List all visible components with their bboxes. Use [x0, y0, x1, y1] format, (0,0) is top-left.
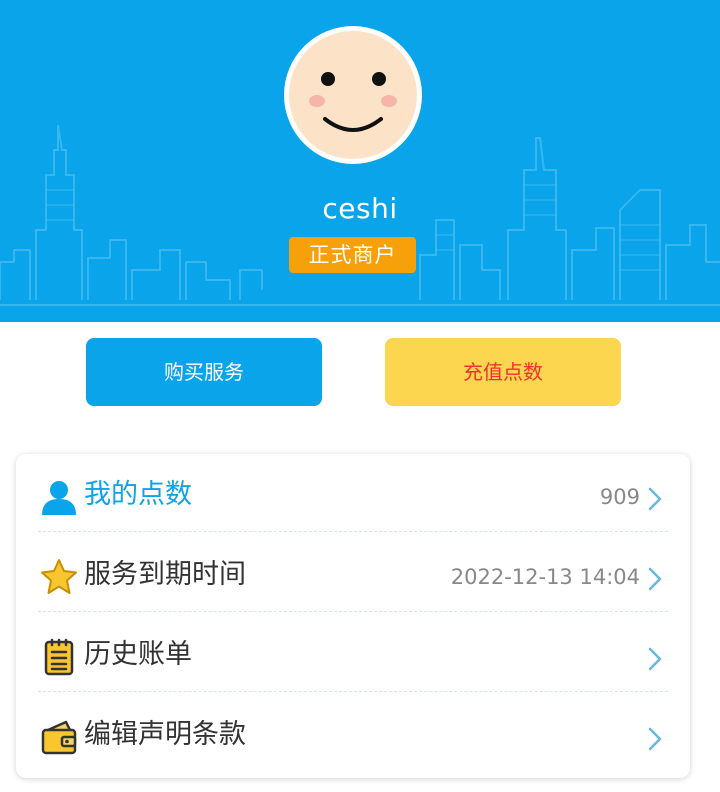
- divider: [38, 691, 668, 692]
- divider: [38, 531, 668, 532]
- menu-item-label: 我的点数: [84, 479, 192, 510]
- menu-item-edit-terms[interactable]: 编辑声明条款: [16, 694, 690, 772]
- menu-item-service-expiry[interactable]: 服务到期时间 2022-12-13 14:04: [16, 534, 690, 612]
- chevron-right-icon: [648, 727, 662, 751]
- smiley-face-icon: [289, 31, 417, 159]
- username: ceshi: [322, 192, 398, 225]
- account-menu-card: 我的点数 909 服务到期时间 2022-12-13 14:04 历史账单 编辑…: [16, 454, 690, 778]
- chevron-right-icon: [648, 487, 662, 511]
- points-value: 909: [599, 485, 640, 509]
- chevron-right-icon: [648, 567, 662, 591]
- merchant-status-badge: 正式商户: [289, 237, 416, 273]
- star-icon: [41, 559, 77, 594]
- person-icon: [42, 481, 76, 515]
- menu-item-billing-history[interactable]: 历史账单: [16, 614, 690, 692]
- recharge-points-button[interactable]: 充值点数: [385, 338, 621, 406]
- wallet-icon: [41, 720, 77, 755]
- menu-item-label: 编辑声明条款: [84, 719, 246, 750]
- profile-header: ceshi 正式商户: [0, 0, 720, 322]
- chevron-right-icon: [648, 647, 662, 671]
- menu-item-label: 服务到期时间: [84, 559, 246, 590]
- divider: [38, 611, 668, 612]
- notepad-icon: [44, 638, 74, 676]
- avatar[interactable]: [284, 26, 422, 164]
- expiry-time-value: 2022-12-13 14:04: [450, 565, 640, 589]
- menu-item-label: 历史账单: [84, 639, 192, 670]
- menu-item-my-points[interactable]: 我的点数 909: [16, 454, 690, 532]
- buy-service-button[interactable]: 购买服务: [86, 338, 322, 406]
